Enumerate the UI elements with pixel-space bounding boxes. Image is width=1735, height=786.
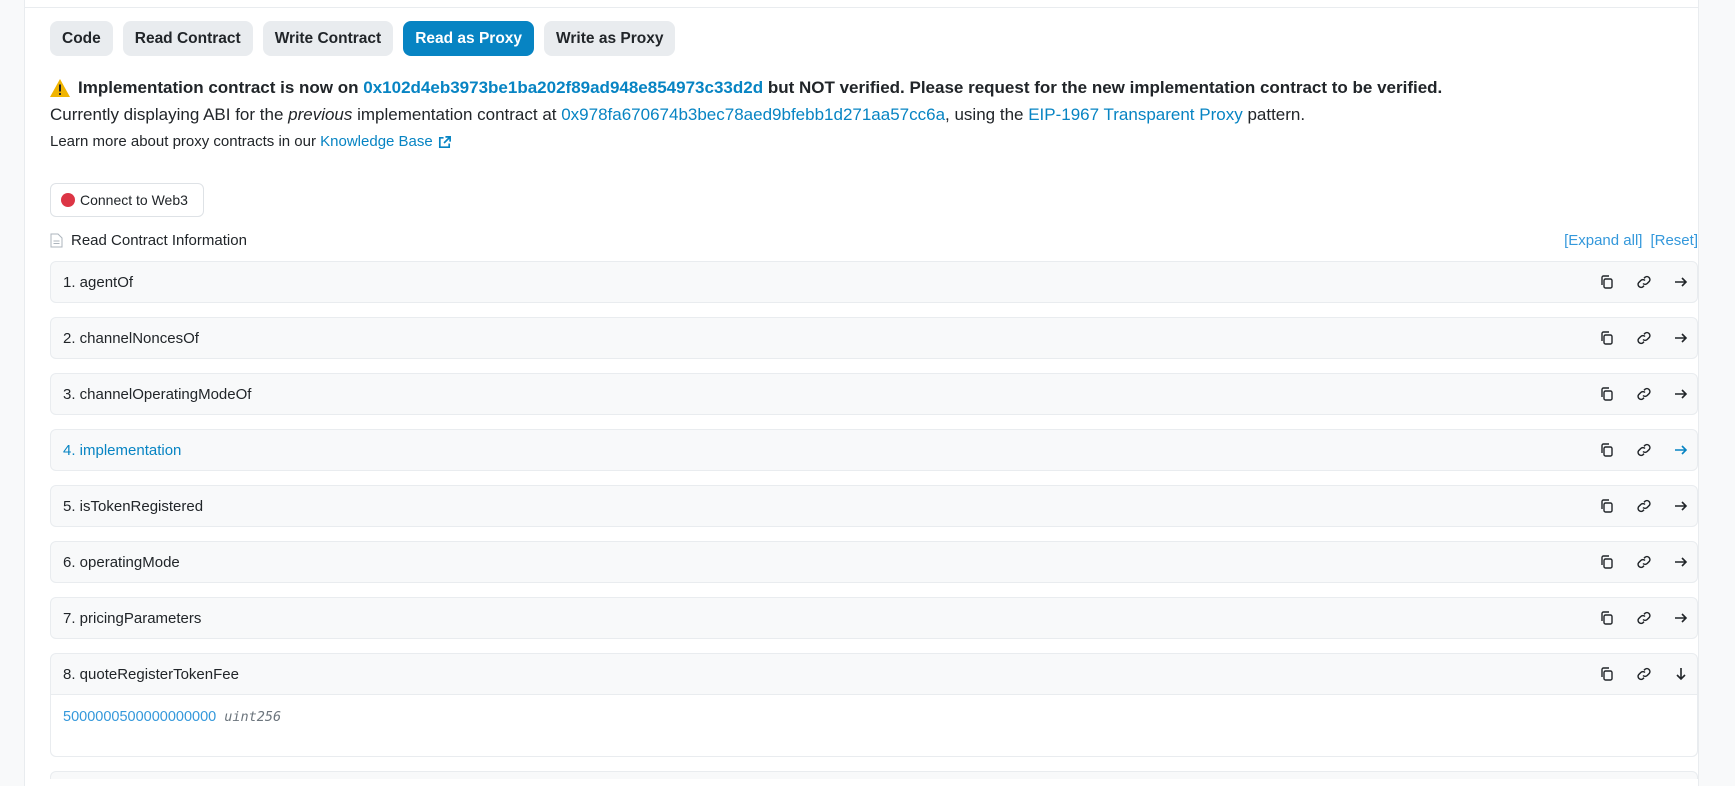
top-divider (25, 7, 1698, 8)
function-actions (1578, 330, 1689, 346)
link-icon[interactable] (1636, 330, 1652, 346)
function-actions (1578, 554, 1689, 570)
function-header[interactable]: 1. agentOf (51, 262, 1697, 302)
function-actions (1578, 498, 1689, 514)
function-actions (1578, 442, 1689, 458)
knowledge-base-link[interactable]: Knowledge Base (320, 132, 433, 152)
abi-notice-prefix: Currently displaying ABI for the (50, 105, 289, 124)
function-name: 3. channelOperatingModeOf (63, 385, 252, 403)
new-implementation-address-link[interactable]: 0x102d4eb3973be1ba202f89ad948e854973c33d… (363, 77, 763, 99)
read-contract-info-row: Read Contract Information [Expand all] [… (50, 227, 1698, 253)
function-item: 3. channelOperatingModeOf (50, 373, 1698, 415)
arrow-right-icon[interactable] (1673, 554, 1689, 570)
result-type: uint256 (224, 709, 282, 725)
function-name: 4. implementation (63, 441, 182, 459)
function-header[interactable]: 2. channelNoncesOf (51, 318, 1697, 358)
function-name: 8. quoteRegisterTokenFee (63, 665, 239, 683)
result-value[interactable]: 5000000500000000000 (63, 709, 216, 725)
link-icon[interactable] (1636, 498, 1652, 514)
tab-read-as-proxy[interactable]: Read as Proxy (403, 21, 535, 56)
document-icon (50, 233, 63, 248)
external-link-icon[interactable] (437, 135, 452, 150)
link-icon[interactable] (1636, 386, 1652, 402)
function-header[interactable]: 6. operatingMode (51, 542, 1697, 582)
abi-notice-suffix: pattern. (1242, 105, 1306, 124)
function-header[interactable]: 8. quoteRegisterTokenFee (51, 654, 1697, 694)
arrow-right-icon[interactable] (1673, 386, 1689, 402)
function-item-partial (50, 771, 1698, 779)
function-item: 4. implementation (50, 429, 1698, 471)
tab-write-as-proxy[interactable]: Write as Proxy (544, 21, 676, 56)
contract-panel: Code Read Contract Write Contract Read a… (50, 21, 1698, 779)
arrow-right-icon[interactable] (1673, 442, 1689, 458)
tab-code[interactable]: Code (50, 21, 113, 56)
arrow-right-icon[interactable] (1673, 610, 1689, 626)
function-result: 5000000500000000000 uint256 (51, 694, 1697, 756)
copy-icon[interactable] (1599, 666, 1615, 682)
function-header[interactable]: 4. implementation (51, 430, 1697, 470)
copy-icon[interactable] (1599, 386, 1615, 402)
link-icon[interactable] (1636, 442, 1652, 458)
expand-all-link[interactable]: [Expand all] (1564, 232, 1642, 249)
function-actions (1578, 666, 1689, 682)
warning-prefix: Implementation contract is now on (78, 78, 359, 97)
copy-icon[interactable] (1599, 442, 1615, 458)
arrow-right-icon[interactable] (1673, 274, 1689, 290)
copy-icon[interactable] (1599, 274, 1615, 290)
link-icon[interactable] (1636, 666, 1652, 682)
function-name: 7. pricingParameters (63, 609, 202, 627)
learn-more-line: Learn more about proxy contracts in our … (50, 132, 1698, 152)
function-actions (1578, 386, 1689, 402)
function-name: 5. isTokenRegistered (63, 497, 204, 515)
contract-tabs: Code Read Contract Write Contract Read a… (50, 21, 1698, 56)
function-item-expanded: 8. quoteRegisterTokenFee 500000050000000… (50, 653, 1698, 757)
abi-notice: Currently displaying ABI for the previou… (50, 104, 1698, 126)
copy-icon[interactable] (1599, 330, 1615, 346)
link-icon[interactable] (1636, 554, 1652, 570)
function-list: 1. agentOf 2. channelNoncesOf 3. channel… (50, 261, 1698, 779)
function-item: 7. pricingParameters (50, 597, 1698, 639)
link-icon[interactable] (1636, 274, 1652, 290)
right-gutter (1698, 0, 1735, 786)
read-contract-info: Read Contract Information (50, 232, 247, 249)
abi-notice-mid2: , using the (945, 105, 1029, 124)
function-name: 2. channelNoncesOf (63, 329, 199, 347)
reset-link[interactable]: [Reset] (1650, 232, 1698, 249)
function-item: 6. operatingMode (50, 541, 1698, 583)
function-name: 6. operatingMode (63, 553, 180, 571)
copy-icon[interactable] (1599, 610, 1615, 626)
proxy-pattern-link[interactable]: EIP-1967 Transparent Proxy (1028, 105, 1243, 124)
copy-icon[interactable] (1599, 554, 1615, 570)
abi-notice-emphasis: previous (288, 105, 353, 124)
abi-notice-mid: implementation contract at (352, 105, 562, 124)
function-header[interactable]: 5. isTokenRegistered (51, 486, 1697, 526)
connect-web3-button[interactable]: Connect to Web3 (50, 183, 204, 217)
disconnected-status-dot (61, 193, 75, 207)
warning-suffix: but NOT verified. Please request for the… (767, 78, 1443, 97)
warning-triangle-icon (50, 79, 70, 97)
function-name: 1. agentOf (63, 273, 134, 291)
arrow-down-icon[interactable] (1673, 666, 1689, 682)
implementation-warning: Implementation contract is now on 0x102d… (50, 77, 1698, 99)
function-item: 2. channelNoncesOf (50, 317, 1698, 359)
function-item: 1. agentOf (50, 261, 1698, 303)
connect-web3-label: Connect to Web3 (80, 192, 188, 208)
function-actions (1578, 610, 1689, 626)
tab-read-contract[interactable]: Read Contract (122, 21, 253, 56)
arrow-right-icon[interactable] (1673, 330, 1689, 346)
list-controls: [Expand all] [Reset] (1564, 232, 1698, 249)
left-gutter (0, 0, 25, 786)
arrow-right-icon[interactable] (1673, 498, 1689, 514)
link-icon[interactable] (1636, 610, 1652, 626)
learn-more-text: Learn more about proxy contracts in our (50, 133, 316, 150)
function-header[interactable]: 3. channelOperatingModeOf (51, 374, 1697, 414)
function-header[interactable]: 7. pricingParameters (51, 598, 1697, 638)
previous-implementation-address-link[interactable]: 0x978fa670674b3bec78aed9bfebb1d271aa57cc… (561, 105, 945, 124)
read-contract-info-label: Read Contract Information (71, 231, 247, 249)
function-actions (1578, 274, 1689, 290)
function-item: 5. isTokenRegistered (50, 485, 1698, 527)
copy-icon[interactable] (1599, 498, 1615, 514)
proxy-notice: Implementation contract is now on 0x102d… (50, 77, 1698, 152)
tab-write-contract[interactable]: Write Contract (262, 21, 394, 56)
